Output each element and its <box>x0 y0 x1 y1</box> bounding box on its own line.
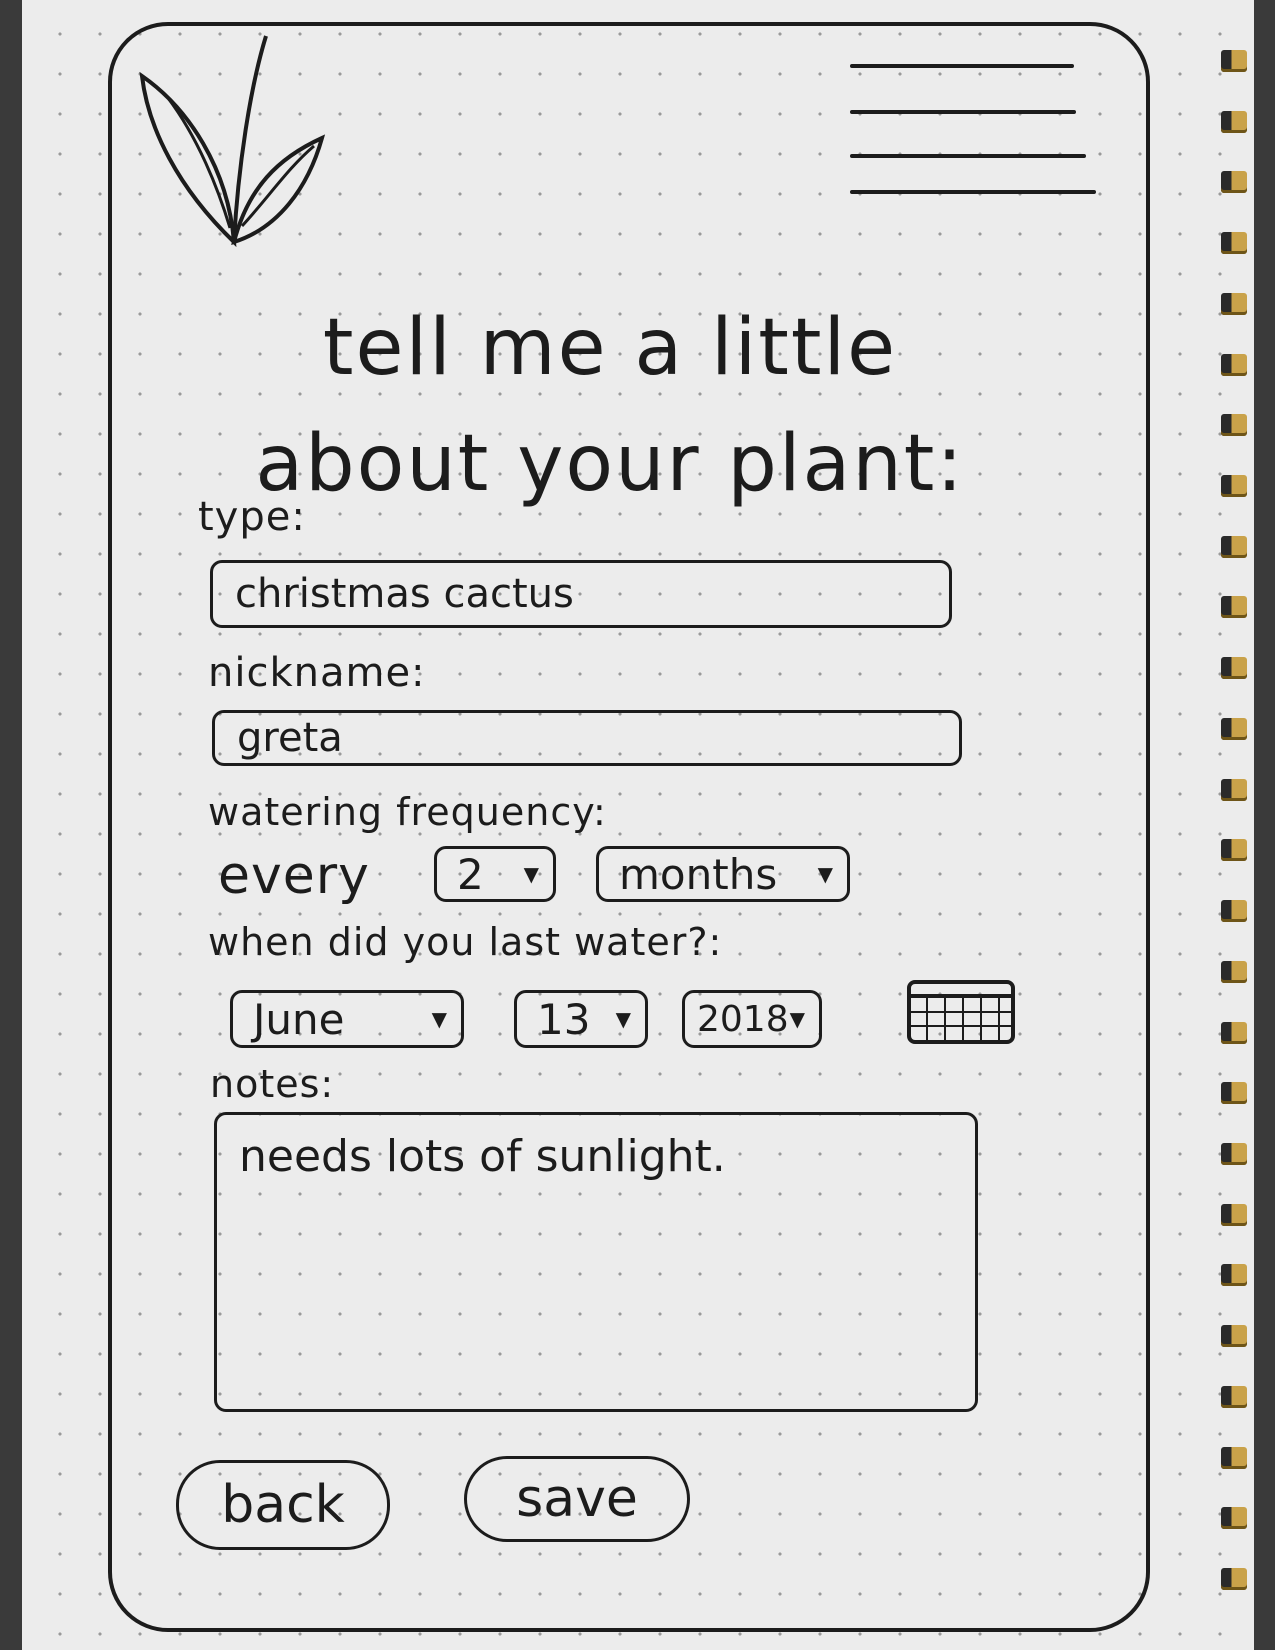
chevron-down-icon: ▼ <box>817 862 833 886</box>
page-title: tell me a little about your plant: <box>200 290 1020 522</box>
last-watered-year-select[interactable]: 2018 ▼ <box>682 990 822 1048</box>
title-line-2: about your plant: <box>255 419 965 509</box>
watering-unit-select[interactable]: months ▼ <box>596 846 850 902</box>
chevron-down-icon: ▼ <box>615 1007 631 1031</box>
calendar-icon[interactable] <box>905 978 1017 1046</box>
hamburger-menu-icon[interactable] <box>850 62 1120 212</box>
last-watered-day-select[interactable]: 13 ▼ <box>514 990 648 1048</box>
spiral-binding <box>1221 50 1255 1590</box>
notes-textarea[interactable]: needs lots of sunlight. <box>214 1112 978 1412</box>
back-button[interactable]: back <box>176 1460 390 1550</box>
chevron-down-icon: ▼ <box>523 862 539 886</box>
title-line-1: tell me a little <box>322 303 898 393</box>
nickname-label: nickname: <box>208 650 426 696</box>
chevron-down-icon: ▼ <box>789 1007 805 1031</box>
last-watered-label: when did you last water?: <box>208 920 723 964</box>
save-button[interactable]: save <box>464 1456 690 1542</box>
last-watered-day-value: 13 <box>537 994 591 1044</box>
watering-count-value: 2 <box>457 849 484 899</box>
watering-count-select[interactable]: 2 ▼ <box>434 846 556 902</box>
last-watered-month-value: June <box>253 994 345 1044</box>
type-input[interactable] <box>210 560 952 628</box>
last-watered-month-select[interactable]: June ▼ <box>230 990 464 1048</box>
nickname-input[interactable] <box>212 710 962 766</box>
watering-frequency-label: watering frequency: <box>208 790 607 834</box>
chevron-down-icon: ▼ <box>431 1007 447 1031</box>
type-label: type: <box>198 494 306 540</box>
every-label: every <box>218 846 370 906</box>
watering-unit-value: months <box>619 849 778 899</box>
plant-sprout-icon <box>139 35 326 248</box>
last-watered-year-value: 2018 <box>697 998 789 1040</box>
notes-label: notes: <box>210 1062 335 1106</box>
